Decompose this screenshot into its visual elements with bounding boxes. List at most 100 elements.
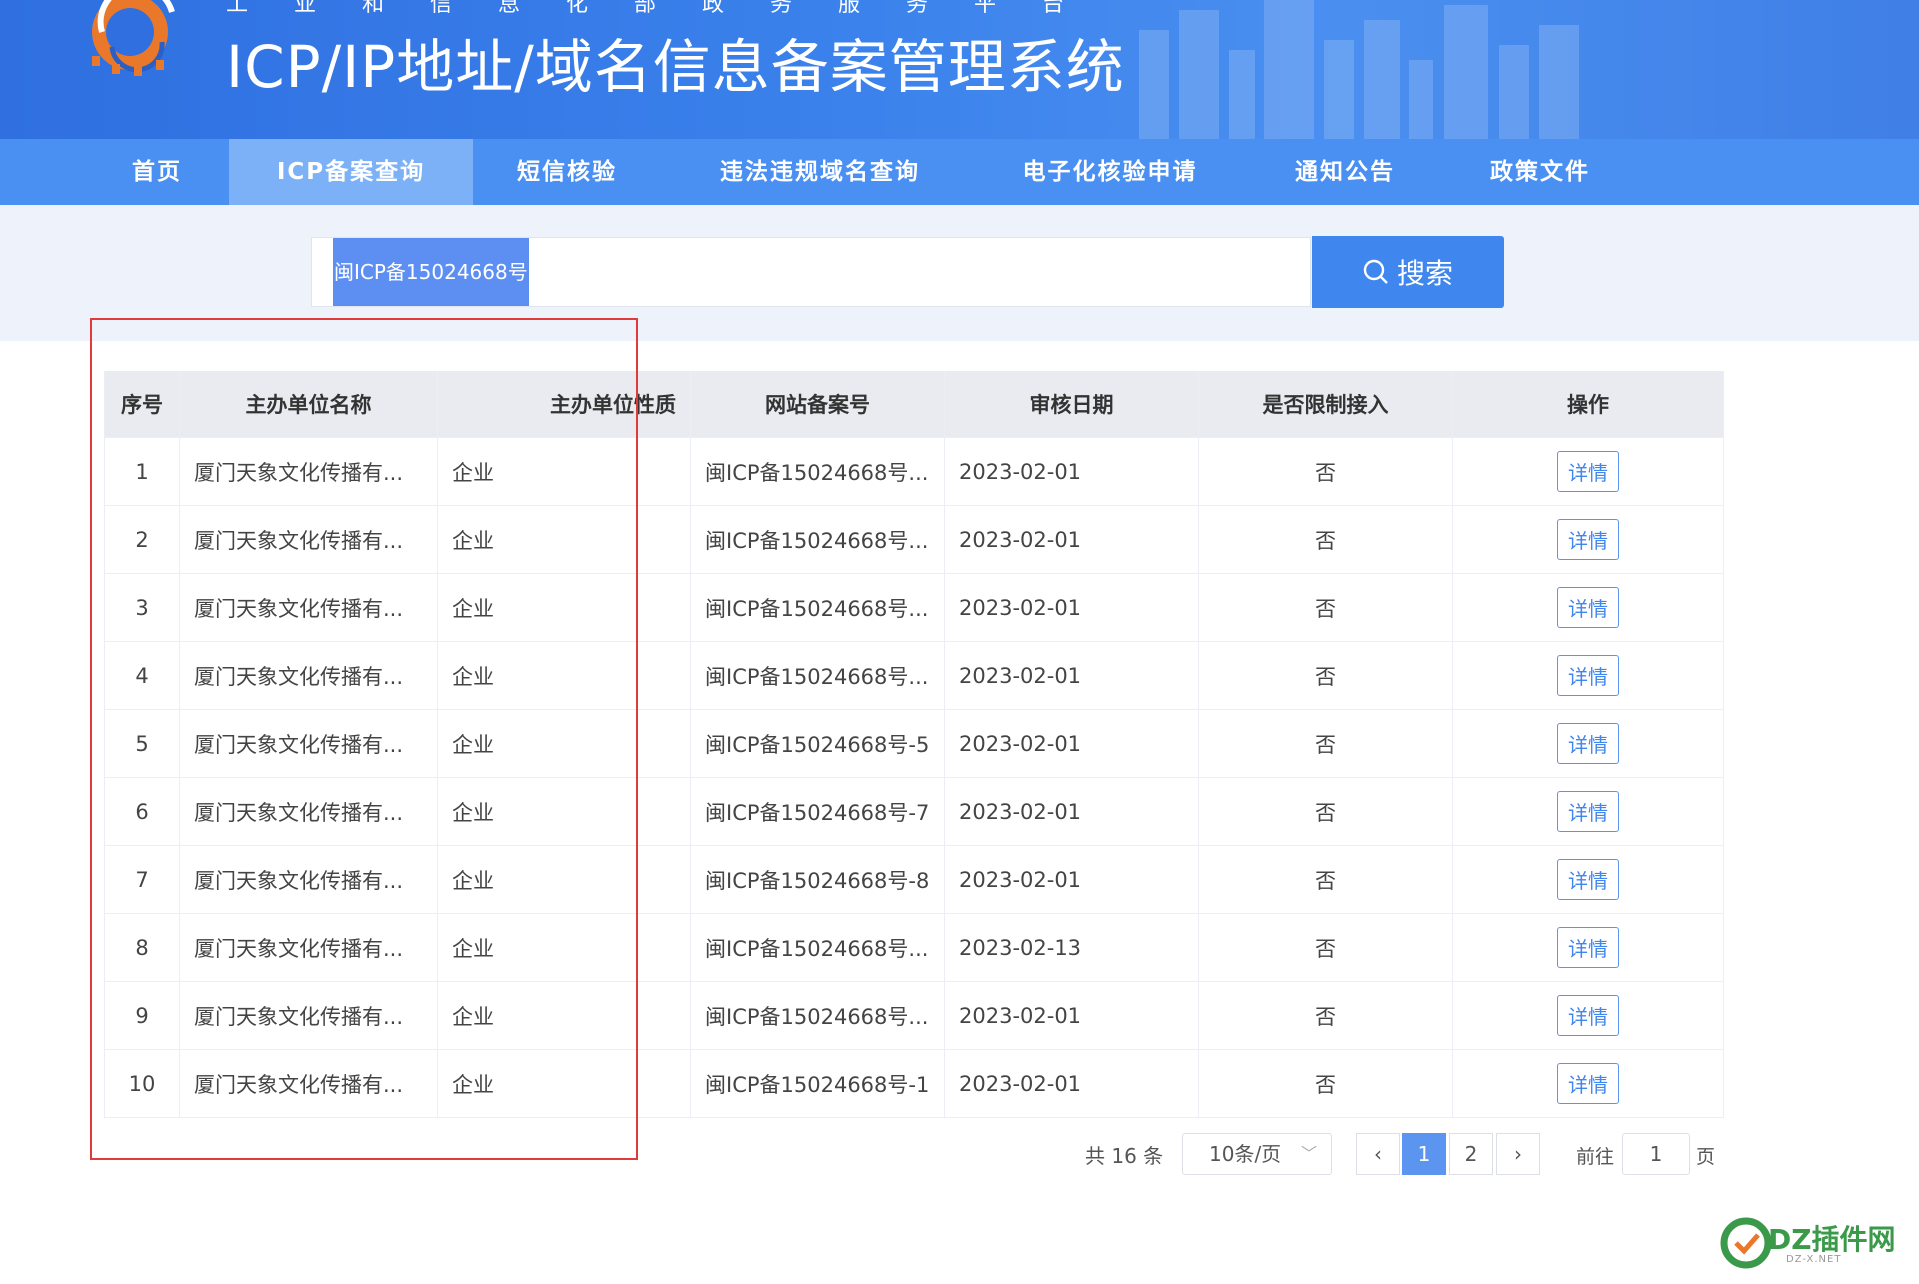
header-cell-action: 操作 — [1567, 393, 1609, 417]
cell-restricted: 否 — [1199, 846, 1453, 913]
cell-action: 详情 — [1453, 642, 1723, 709]
cell-restricted: 否 — [1199, 778, 1453, 845]
goto-page-input[interactable]: 1 — [1622, 1133, 1690, 1175]
table-row: 7 厦门天象文化传播有... 企业 闽ICP备15024668号-8 2023-02-0… — [105, 846, 1723, 914]
nav-item-notices[interactable]: 通知公告 — [1280, 139, 1410, 205]
page-title: ICP/IP地址/域名信息备案管理系统 — [226, 33, 1125, 101]
cell-org-type: 企业 — [438, 914, 691, 981]
header-cell-record-no: 网站备案号 — [691, 371, 945, 437]
cell-review-date: 2023-02-01 — [945, 438, 1199, 505]
header-cell-org-name: 主办单位名称 — [180, 371, 438, 437]
table-row: 6 厦门天象文化传播有... 企业 闽ICP备15024668号-7 2023-02-0… — [105, 778, 1723, 846]
cell-row-index: 10 — [105, 1050, 180, 1117]
cell-review-date: 2023-02-13 — [945, 914, 1199, 981]
cell-record-no: 闽ICP备15024668号... — [691, 642, 945, 709]
header-cell-org-type: 主办单位性质 — [438, 371, 691, 437]
cell-org-name: 厦门天象文化传播有... — [180, 778, 438, 845]
cell-org-name: 厦门天象文化传播有... — [180, 642, 438, 709]
cell-row-index: 6 — [105, 778, 180, 845]
table-row: 4 厦门天象文化传播有... 企业 闽ICP备15024668号... 2023-02-… — [105, 642, 1723, 710]
cell-restricted: 否 — [1199, 506, 1453, 573]
detail-button[interactable]: 详情 — [1557, 655, 1619, 696]
next-page-button[interactable]: › — [1496, 1133, 1540, 1175]
detail-button[interactable]: 详情 — [1557, 451, 1619, 492]
ministry-logo — [92, 0, 175, 76]
detail-button[interactable]: 详情 — [1557, 723, 1619, 764]
results-table: 序号 主办单位名称 主办单位性质 网站备案号 审核日期 是否限制接入 操作 1厦… — [104, 371, 1724, 1118]
header-cell-index: 序号 — [105, 371, 180, 437]
cell-record-no: 闽ICP备15024668号-5 — [691, 710, 945, 777]
cell-org-type: 企业 — [438, 642, 691, 709]
site-header: 工业和信息化部政务服务平台 ICP/IP地址/域名信息备案管理系统 — [0, 0, 1919, 139]
search-button[interactable]: 搜索 — [1312, 236, 1504, 308]
cell-restricted: 否 — [1199, 574, 1453, 641]
cell-record-no: 闽ICP备15024668号... — [691, 914, 945, 981]
nav-item-sms-verify[interactable]: 短信核验 — [502, 139, 632, 205]
cell-row-index: 3 — [105, 574, 180, 641]
page-button-2[interactable]: 2 — [1449, 1133, 1493, 1175]
detail-button[interactable]: 详情 — [1557, 859, 1619, 900]
cell-review-date: 2023-02-01 — [945, 642, 1199, 709]
cell-org-name: 厦门天象文化传播有... — [180, 506, 438, 573]
cell-row-index: 8 — [105, 914, 180, 981]
table-row: 3 厦门天象文化传播有... 企业 闽ICP备15024668号... 2023-02-… — [105, 574, 1723, 642]
cell-row-index: 2 — [105, 506, 180, 573]
pagination-total: 共 16 条 — [1085, 1144, 1164, 1168]
cell-org-type: 企业 — [438, 438, 691, 505]
cell-action: 详情 — [1453, 846, 1723, 913]
city-skyline-decoration — [1139, 0, 1579, 139]
cell-org-name: 厦门天象文化传播有... — [180, 710, 438, 777]
detail-button[interactable]: 详情 — [1557, 995, 1619, 1036]
cell-review-date: 2023-02-01 — [945, 982, 1199, 1049]
cell-restricted: 否 — [1199, 1050, 1453, 1117]
cell-row-index: 7 — [105, 846, 180, 913]
cell-row-index: 1 — [105, 438, 180, 505]
cell-record-no: 闽ICP备15024668号-1 — [691, 1050, 945, 1117]
header-cell-review-date: 审核日期 — [945, 371, 1199, 437]
page-button-1[interactable]: 1 — [1402, 1133, 1446, 1175]
cell-record-no: 闽ICP备15024668号... — [691, 574, 945, 641]
cell-restricted: 否 — [1199, 710, 1453, 777]
cell-action: 详情 — [1453, 778, 1723, 845]
platform-subtitle: 工业和信息化部政务服务平台 — [226, 0, 1111, 17]
watermark-sub: DZ-X.NET — [1786, 1254, 1842, 1265]
table-row: 5 厦门天象文化传播有... 企业 闽ICP备15024668号-5 2023-02-0… — [105, 710, 1723, 778]
cell-review-date: 2023-02-01 — [945, 1050, 1199, 1117]
cell-record-no: 闽ICP备15024668号... — [691, 438, 945, 505]
cell-action: 详情 — [1453, 1050, 1723, 1117]
cell-record-no: 闽ICP备15024668号... — [691, 506, 945, 573]
cell-review-date: 2023-02-01 — [945, 506, 1199, 573]
watermark-text: DZ插件网 — [1768, 1223, 1896, 1256]
detail-button[interactable]: 详情 — [1557, 519, 1619, 560]
nav-item-icp-query[interactable]: ICP备案查询 — [229, 139, 473, 205]
prev-page-button[interactable]: ‹ — [1356, 1133, 1400, 1175]
cell-org-type: 企业 — [438, 846, 691, 913]
cell-org-type: 企业 — [438, 710, 691, 777]
cell-org-name: 厦门天象文化传播有... — [180, 438, 438, 505]
nav-item-e-verify[interactable]: 电子化核验申请 — [1005, 139, 1215, 205]
detail-button[interactable]: 详情 — [1557, 1063, 1619, 1104]
cell-org-type: 企业 — [438, 778, 691, 845]
nav-item-illegal-domain[interactable]: 违法违规域名查询 — [700, 139, 940, 205]
page-size-select[interactable]: 10条/页 ﹀ — [1182, 1133, 1332, 1175]
search-selected-text: 闽ICP备15024668号 — [333, 238, 529, 306]
cell-org-type: 企业 — [438, 574, 691, 641]
nav-item-home[interactable]: 首页 — [110, 139, 204, 205]
cell-row-index: 5 — [105, 710, 180, 777]
cell-org-name: 厦门天象文化传播有... — [180, 574, 438, 641]
cell-action: 详情 — [1453, 914, 1723, 981]
detail-button[interactable]: 详情 — [1557, 587, 1619, 628]
cell-org-type: 企业 — [438, 1050, 691, 1117]
nav-item-policy[interactable]: 政策文件 — [1475, 139, 1605, 205]
detail-button[interactable]: 详情 — [1557, 927, 1619, 968]
cell-org-name: 厦门天象文化传播有... — [180, 1050, 438, 1117]
table-row: 2 厦门天象文化传播有... 企业 闽ICP备15024668号... 2023-02-… — [105, 506, 1723, 574]
page-size-value: 10条/页 — [1209, 1142, 1282, 1166]
header-cell-restricted: 是否限制接入 — [1199, 371, 1453, 437]
cell-org-name: 厦门天象文化传播有... — [180, 846, 438, 913]
cell-action: 详情 — [1453, 574, 1723, 641]
detail-button[interactable]: 详情 — [1557, 791, 1619, 832]
cell-row-index: 4 — [105, 642, 180, 709]
search-button-label: 搜索 — [1396, 257, 1453, 290]
cell-org-name: 厦门天象文化传播有... — [180, 982, 438, 1049]
